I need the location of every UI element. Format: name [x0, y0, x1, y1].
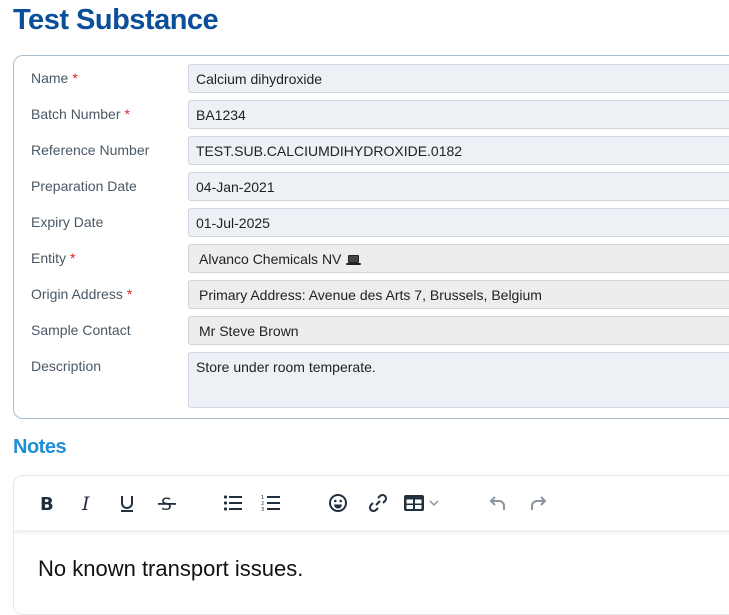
origin-address-row: Origin Address * Primary Address: Avenue … — [14, 280, 729, 309]
origin-address-label: Origin Address * — [31, 286, 133, 302]
bold-button[interactable]: B — [34, 490, 60, 516]
reference-number-label: Reference Number — [31, 142, 150, 158]
description-label: Description — [31, 358, 102, 374]
underline-icon — [121, 496, 133, 512]
required-marker: * — [72, 70, 78, 86]
expiry-date-row: Expiry Date 01-Jul-2025 — [14, 208, 729, 237]
editor-toolbar: B I S 123 — [14, 476, 729, 531]
sample-contact-row: Sample Contact Mr Steve Brown — [14, 316, 729, 345]
table-icon — [404, 495, 424, 511]
required-marker: * — [70, 250, 76, 266]
numbered-list-icon: 123 — [261, 495, 280, 512]
preparation-date-label: Preparation Date — [31, 178, 137, 194]
batch-number-row: Batch Number * BA1234 — [14, 100, 729, 129]
name-row: Name * Calcium dihydroxide — [14, 64, 729, 93]
sample-contact-field[interactable]: Mr Steve Brown — [188, 316, 729, 345]
emoji-button[interactable] — [325, 490, 351, 516]
notes-editor: B I S 123 No known transport issues. — [13, 475, 729, 615]
description-row: Description Store under room temperate. — [14, 352, 729, 408]
emoji-icon — [329, 494, 347, 512]
batch-number-label: Batch Number * — [31, 106, 130, 122]
sample-contact-label: Sample Contact — [31, 322, 131, 338]
italic-button[interactable]: I — [74, 490, 100, 516]
preparation-date-field[interactable]: 04-Jan-2021 — [188, 172, 729, 201]
test-substance-form: Name * Calcium dihydroxide Batch Number * … — [13, 55, 729, 419]
table-button[interactable] — [403, 490, 445, 516]
bulleted-list-icon — [223, 495, 242, 511]
origin-address-field[interactable]: Primary Address: Avenue des Arts 7, Brus… — [188, 280, 729, 309]
underline-button[interactable] — [114, 490, 140, 516]
svg-text:3: 3 — [261, 507, 264, 512]
page-title: Test Substance — [13, 4, 219, 36]
laptop-icon — [346, 253, 362, 269]
chevron-down-icon — [429, 500, 439, 507]
strikethrough-button[interactable]: S — [154, 490, 180, 516]
link-icon — [368, 493, 388, 513]
required-marker: * — [126, 286, 133, 302]
entity-field[interactable]: Alvanco Chemicals NV — [188, 244, 729, 273]
preparation-date-row: Preparation Date 04-Jan-2021 — [14, 172, 729, 201]
entity-value: Alvanco Chemicals NV — [199, 251, 342, 267]
svg-text:B: B — [40, 494, 54, 513]
redo-button[interactable] — [525, 490, 551, 516]
entity-row: Entity * Alvanco Chemicals NV — [14, 244, 729, 273]
expiry-date-field[interactable]: 01-Jul-2025 — [188, 208, 729, 237]
description-textarea[interactable]: Store under room temperate. — [188, 352, 729, 408]
link-button[interactable] — [365, 490, 391, 516]
numbered-list-button[interactable]: 123 — [258, 490, 284, 516]
reference-number-row: Reference Number TEST.SUB.CALCIUMDIHYDRO… — [14, 136, 729, 165]
name-field[interactable]: Calcium dihydroxide — [188, 64, 729, 93]
bold-icon: B — [40, 494, 54, 513]
strikethrough-icon: S — [158, 495, 176, 513]
redo-icon — [531, 496, 547, 510]
bulleted-list-button[interactable] — [220, 490, 246, 516]
undo-button[interactable] — [485, 490, 511, 516]
svg-text:I: I — [81, 493, 90, 513]
reference-number-field[interactable]: TEST.SUB.CALCIUMDIHYDROXIDE.0182 — [188, 136, 729, 165]
name-label: Name * — [31, 70, 78, 86]
notes-heading: Notes — [13, 436, 67, 458]
entity-label: Entity * — [31, 250, 76, 266]
expiry-date-label: Expiry Date — [31, 214, 104, 230]
italic-icon: I — [81, 493, 90, 513]
notes-content[interactable]: No known transport issues. — [38, 556, 303, 582]
required-marker: * — [124, 106, 130, 122]
batch-number-field[interactable]: BA1234 — [188, 100, 729, 129]
undo-icon — [489, 496, 505, 510]
